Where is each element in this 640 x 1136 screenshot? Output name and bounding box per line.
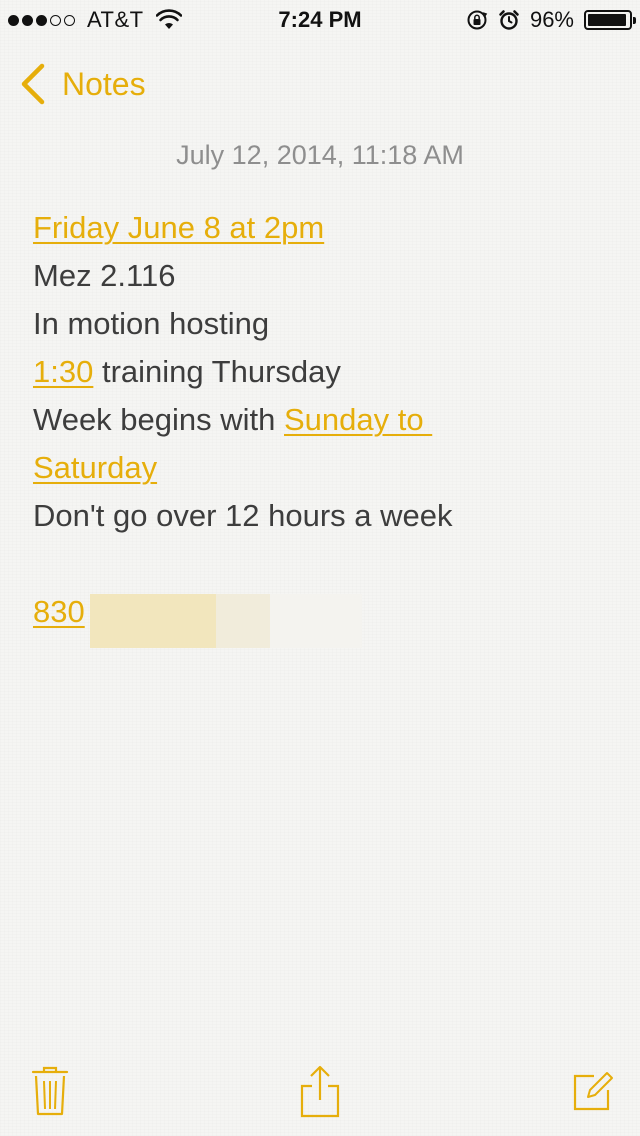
alarm-icon <box>499 10 519 30</box>
status-bar: AT&T 7:24 PM 96% <box>0 0 640 40</box>
redaction-block <box>90 594 216 648</box>
note-line: Mez 2.116 <box>33 258 176 293</box>
compose-icon[interactable] <box>572 1070 614 1112</box>
battery-icon <box>584 10 636 30</box>
chevron-left-icon <box>21 63 45 105</box>
note-line: 1:30 training Thursday <box>33 348 613 396</box>
redaction-block <box>270 594 362 648</box>
date-link[interactable]: Friday June 8 at 2pm <box>33 210 324 245</box>
date-range-link[interactable]: Sunday to <box>284 402 432 437</box>
note-line: Don't go over 12 hours a week <box>33 498 453 533</box>
redaction-block <box>216 594 270 648</box>
battery-percent: 96% <box>529 7 574 32</box>
note-line: In motion hosting <box>33 306 270 341</box>
note-text: Week begins with <box>33 402 284 437</box>
trash-icon[interactable] <box>30 1064 70 1118</box>
back-button-label: Notes <box>62 65 146 102</box>
note-text: training Thursday <box>93 354 341 389</box>
phone-number-link[interactable]: 830 <box>33 594 85 629</box>
back-button[interactable]: Notes <box>18 60 146 108</box>
note-line: Saturday <box>33 444 613 492</box>
battery-level <box>588 14 627 26</box>
note-date: July 12, 2014, 11:18 AM <box>176 140 464 170</box>
note-line: Friday June 8 at 2pm <box>33 204 613 252</box>
share-icon[interactable] <box>298 1064 342 1120</box>
status-right: 96% <box>466 7 636 33</box>
time-link[interactable]: 1:30 <box>33 354 93 389</box>
note-line: Week begins with Sunday to <box>33 396 613 444</box>
rotation-lock-icon <box>467 10 488 30</box>
note-body[interactable]: Friday June 8 at 2pm Mez 2.116 In motion… <box>33 204 613 636</box>
date-range-link[interactable]: Saturday <box>33 450 157 485</box>
